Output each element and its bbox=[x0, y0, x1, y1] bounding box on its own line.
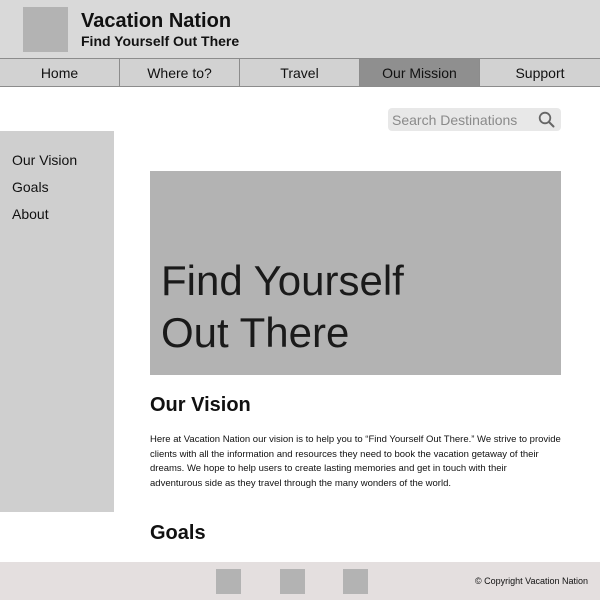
copyright-text: © Copyright Vacation Nation bbox=[474, 576, 588, 586]
nav-item-support[interactable]: Support bbox=[480, 59, 600, 86]
search-icon[interactable] bbox=[538, 111, 555, 128]
page: Vacation Nation Find Yourself Out There … bbox=[0, 0, 600, 600]
social-icon[interactable] bbox=[343, 569, 368, 594]
main-nav: Home Where to? Travel Our Mission Suppor… bbox=[0, 58, 600, 87]
hero-banner: Find Yourself Out There bbox=[150, 171, 561, 375]
search-box bbox=[388, 108, 561, 131]
nav-item-where-to[interactable]: Where to? bbox=[120, 59, 240, 86]
social-icon[interactable] bbox=[216, 569, 241, 594]
social-icon[interactable] bbox=[280, 569, 305, 594]
logo-placeholder[interactable] bbox=[23, 7, 68, 52]
sidebar-item-goals[interactable]: Goals bbox=[12, 179, 49, 195]
hero-heading: Find Yourself Out There bbox=[161, 255, 541, 359]
goals-heading: Goals bbox=[150, 522, 206, 544]
hero-line-1: Find Yourself bbox=[161, 257, 404, 304]
site-title: Vacation Nation bbox=[81, 10, 232, 32]
site-header: Vacation Nation Find Yourself Out There bbox=[0, 0, 600, 58]
site-footer: © Copyright Vacation Nation bbox=[0, 562, 600, 600]
nav-item-our-mission[interactable]: Our Mission bbox=[360, 59, 480, 86]
vision-paragraph: Here at Vacation Nation our vision is to… bbox=[150, 434, 561, 489]
sidebar: Our Vision Goals About bbox=[0, 131, 114, 512]
nav-item-home[interactable]: Home bbox=[0, 59, 120, 86]
vision-heading: Our Vision bbox=[150, 394, 251, 416]
hero-line-2: Out There bbox=[161, 309, 350, 356]
sidebar-item-about[interactable]: About bbox=[12, 206, 49, 222]
nav-item-travel[interactable]: Travel bbox=[240, 59, 360, 86]
site-tagline: Find Yourself Out There bbox=[81, 33, 240, 49]
sidebar-item-our-vision[interactable]: Our Vision bbox=[12, 152, 77, 168]
search-input[interactable] bbox=[388, 108, 533, 131]
